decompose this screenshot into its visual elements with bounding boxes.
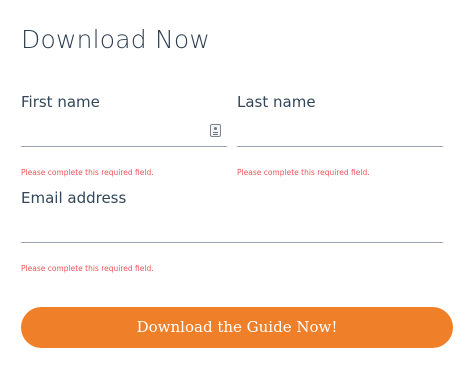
download-guide-button[interactable]: Download the Guide Now! — [21, 307, 453, 348]
first-name-label: First name — [21, 93, 100, 111]
last-name-input-row — [237, 120, 443, 147]
email-field: Email address Please complete this requi… — [21, 188, 443, 274]
last-name-field: Last name Please complete this required … — [237, 92, 443, 178]
last-name-label: Last name — [237, 93, 316, 111]
email-label: Email address — [21, 189, 127, 207]
last-name-input[interactable] — [237, 120, 443, 146]
contact-card-autofill-icon[interactable] — [210, 124, 221, 137]
email-error: Please complete this required field. — [21, 264, 154, 273]
first-name-field: First name Please complete this required… — [21, 92, 227, 178]
first-name-input[interactable] — [21, 120, 227, 146]
email-input[interactable] — [21, 216, 443, 242]
email-input-row — [21, 216, 443, 243]
first-name-input-row — [21, 120, 227, 147]
first-name-error: Please complete this required field. — [21, 168, 154, 177]
last-name-error: Please complete this required field. — [237, 168, 370, 177]
form-title: Download Now — [21, 25, 211, 54]
